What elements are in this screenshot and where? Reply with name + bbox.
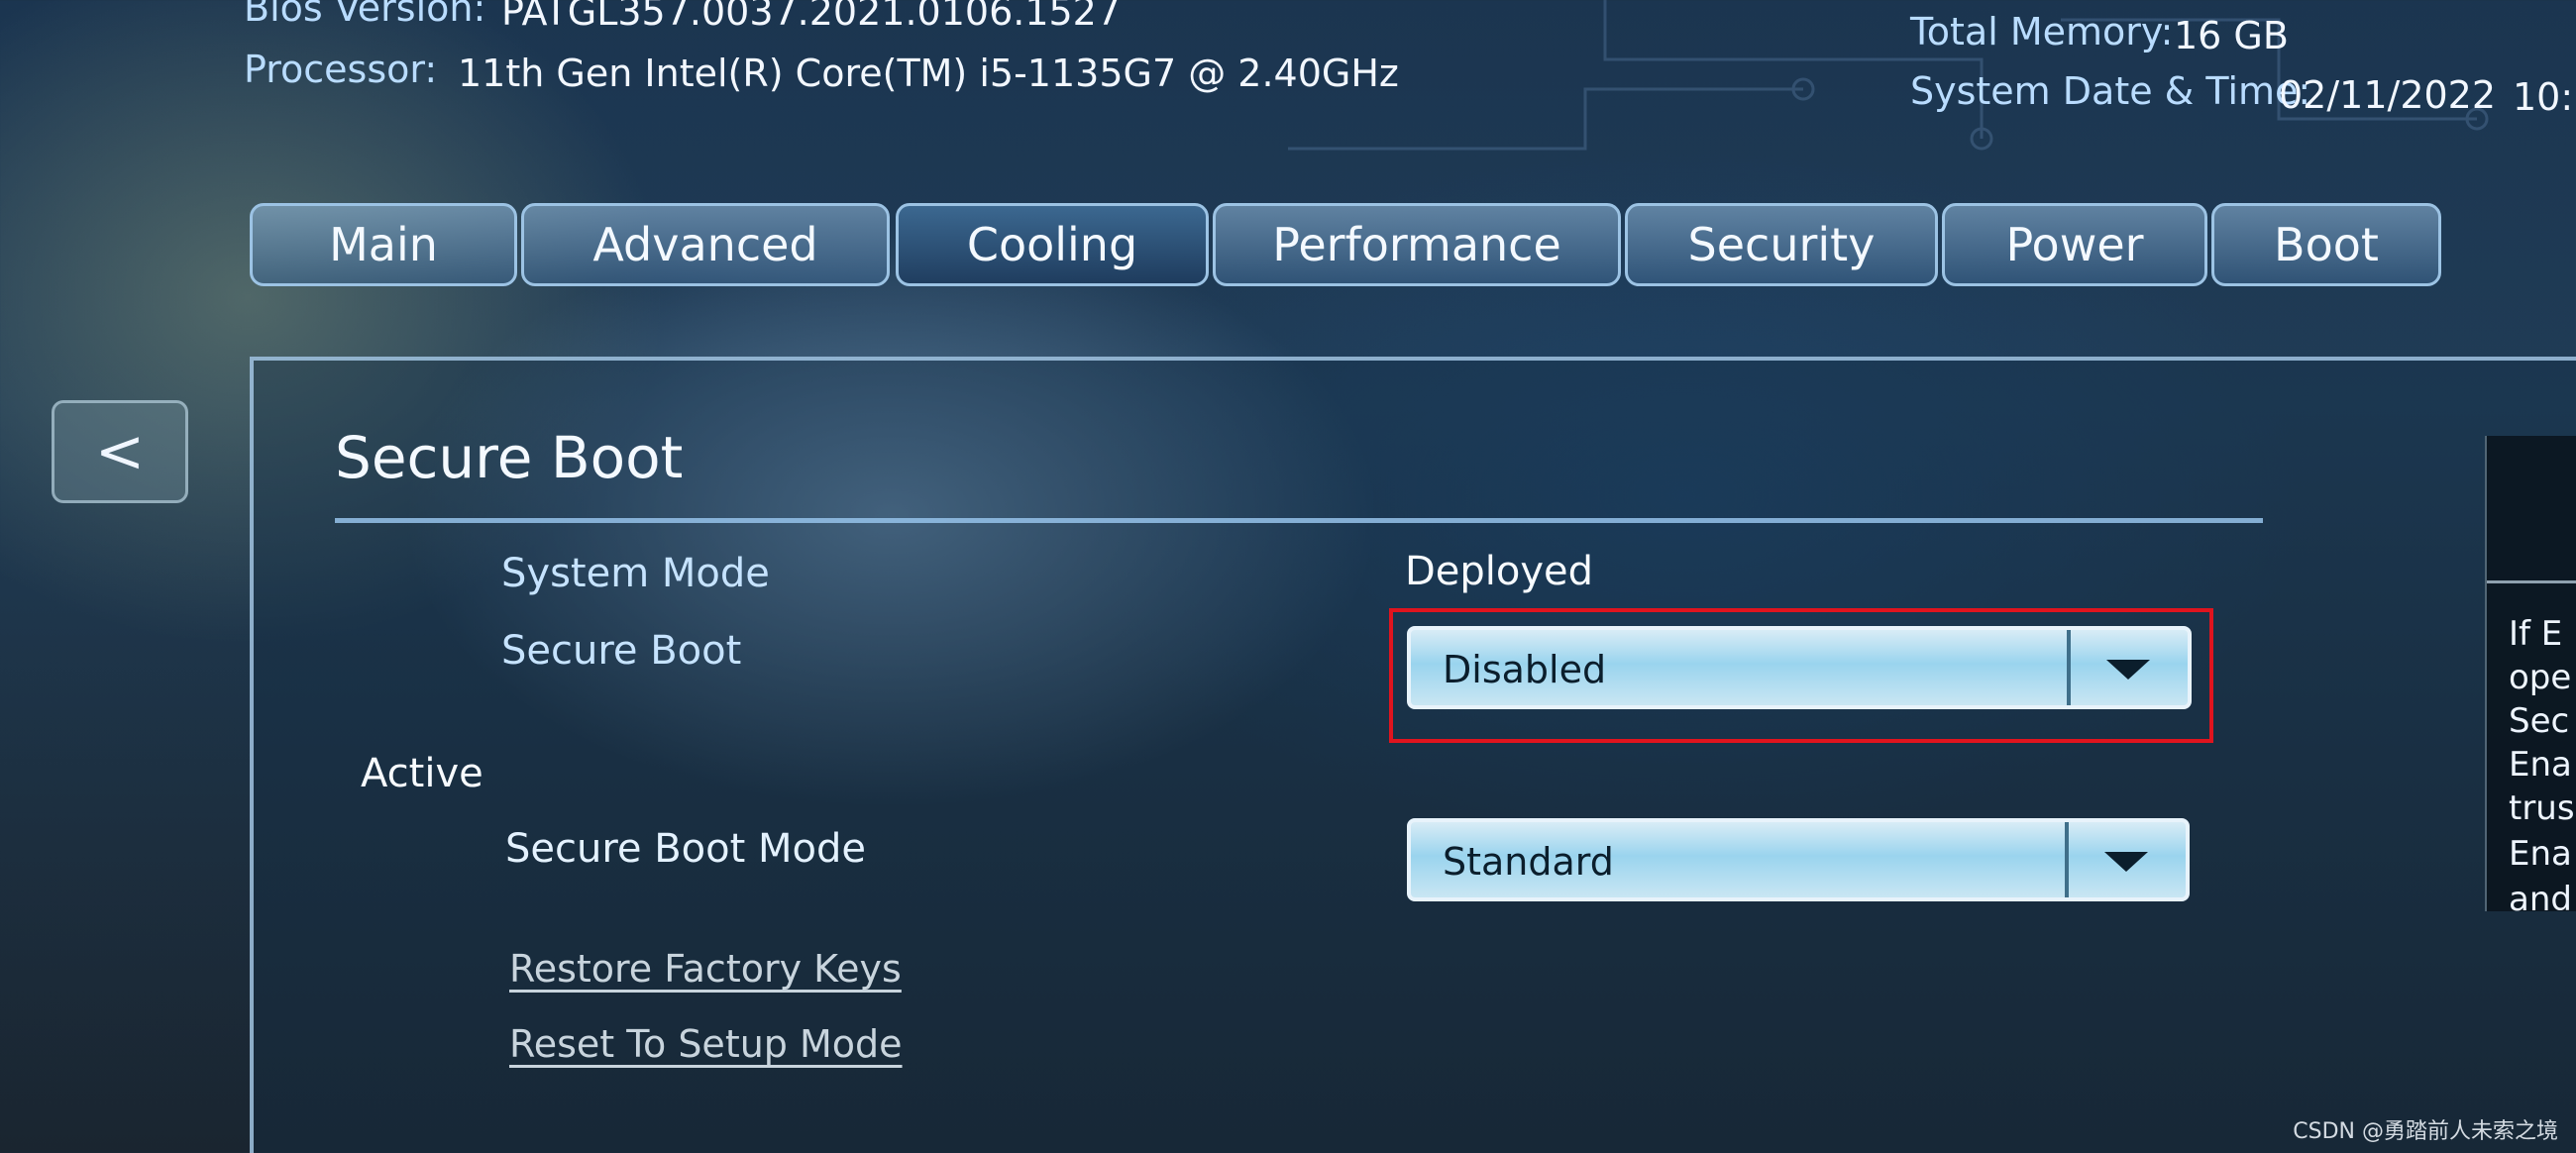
tab-cooling[interactable]: Cooling <box>896 203 1209 286</box>
system-mode-value: Deployed <box>1405 549 1594 594</box>
tab-main-label: Main <box>329 218 438 271</box>
total-memory-label: Total Memory: <box>1910 10 2174 53</box>
processor-value: 11th Gen Intel(R) Core(TM) i5-1135G7 @ 2… <box>458 52 1399 95</box>
help-text-line: Ena <box>2509 834 2572 874</box>
secure-boot-mode-label: Secure Boot Mode <box>505 826 867 872</box>
secure-boot-label: Secure Boot <box>501 628 742 674</box>
tab-power-label: Power <box>2005 218 2144 271</box>
total-memory-value: 16 GB <box>2174 14 2289 57</box>
restore-factory-keys-link[interactable]: Restore Factory Keys <box>509 947 902 991</box>
tab-boot[interactable]: Boot <box>2211 203 2441 286</box>
chevron-left-icon: < <box>94 417 146 486</box>
system-time-value: 10:5 <box>2513 75 2576 119</box>
section-title: Secure Boot <box>335 424 684 491</box>
secure-boot-mode-dropdown-value: Standard <box>1443 840 1614 884</box>
tab-cooling-label: Cooling <box>966 218 1138 271</box>
help-text-line: trus <box>2509 788 2575 828</box>
help-text-line: ope <box>2509 658 2572 697</box>
highlight-box <box>1389 608 2213 743</box>
tab-advanced[interactable]: Advanced <box>521 203 890 286</box>
bios-version-label: Bios Version: <box>244 0 486 30</box>
tab-performance[interactable]: Performance <box>1213 203 1621 286</box>
processor-label: Processor: <box>244 48 438 91</box>
dropdown-separator <box>2065 822 2069 897</box>
help-text-line: If E <box>2509 614 2563 654</box>
secure-boot-mode-dropdown[interactable]: Standard <box>1407 818 2190 901</box>
help-panel-divider <box>2487 580 2576 583</box>
tab-main[interactable]: Main <box>250 203 517 286</box>
tab-performance-label: Performance <box>1272 218 1561 271</box>
secure-boot-state-text: Active <box>361 751 483 796</box>
tab-advanced-label: Advanced <box>592 218 818 271</box>
back-button[interactable]: < <box>52 400 188 503</box>
tab-boot-label: Boot <box>2274 218 2379 271</box>
tab-security[interactable]: Security <box>1625 203 1938 286</box>
tab-power[interactable]: Power <box>1942 203 2207 286</box>
section-divider <box>335 518 2263 523</box>
watermark-text: CSDN @勇踏前人未索之境 <box>2293 1119 2558 1144</box>
help-text-line: and <box>2509 880 2572 919</box>
bios-version-value: PATGL357.0037.2021.0106.1527 <box>501 0 1122 34</box>
help-text-line: Sec <box>2509 701 2570 741</box>
help-text-line: Ena <box>2509 745 2572 785</box>
tab-security-label: Security <box>1687 218 1876 271</box>
system-date-value: 02/11/2022 <box>2279 73 2497 117</box>
system-mode-label: System Mode <box>501 551 770 596</box>
caret-down-icon[interactable] <box>2104 852 2148 872</box>
reset-to-setup-mode-link[interactable]: Reset To Setup Mode <box>509 1022 903 1066</box>
system-datetime-label: System Date & Time: <box>1910 69 2311 113</box>
